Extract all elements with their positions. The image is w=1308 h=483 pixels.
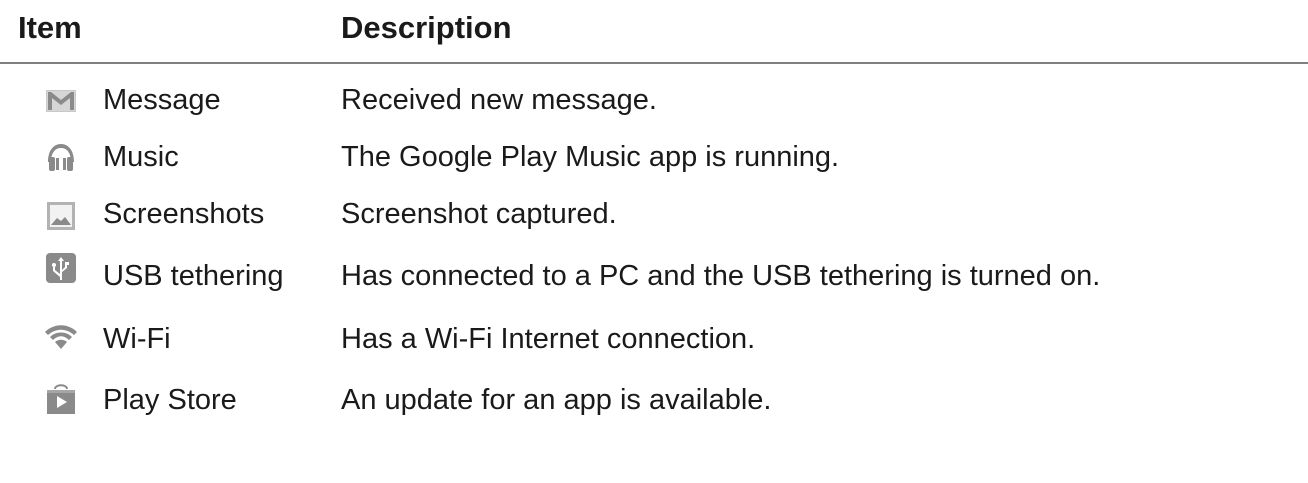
item-label: Music xyxy=(103,141,179,173)
header-item: Item xyxy=(18,10,82,45)
item-label: Screenshots xyxy=(103,198,265,230)
table-row-music: Music The Google Play Music app is runni… xyxy=(0,133,1308,183)
play-store-icon xyxy=(44,381,78,415)
item-description: Screenshot captured. xyxy=(341,198,617,230)
headphones-icon xyxy=(44,140,78,174)
gmail-envelope-icon xyxy=(44,84,78,118)
table-row-message: Message Received new message. xyxy=(0,76,1308,126)
item-label: USB tethering xyxy=(103,260,284,292)
header-divider xyxy=(0,62,1308,64)
table-header: Item Description xyxy=(0,0,1308,62)
item-description: The Google Play Music app is running. xyxy=(341,141,840,173)
item-description: Has connected to a PC and the USB tether… xyxy=(341,260,1101,292)
item-description: Has a Wi-Fi Internet connection. xyxy=(341,323,756,355)
item-label: Play Store xyxy=(103,384,237,416)
item-label: Wi-Fi xyxy=(103,323,171,355)
usb-icon xyxy=(44,251,78,285)
wifi-icon xyxy=(44,319,78,353)
image-picture-icon xyxy=(44,198,78,232)
table-row-wifi: Wi-Fi Has a Wi-Fi Internet connection. xyxy=(0,313,1308,363)
item-label: Message xyxy=(103,84,221,116)
item-description: An update for an app is available. xyxy=(341,384,772,416)
header-description: Description xyxy=(341,10,512,45)
item-description: Received new message. xyxy=(341,84,657,116)
table-row-usb-tethering: USB tethering Has connected to a PC and … xyxy=(0,247,1308,297)
table-row-screenshots: Screenshots Screenshot captured. xyxy=(0,190,1308,240)
table-row-play-store: Play Store An update for an app is avail… xyxy=(0,374,1308,424)
